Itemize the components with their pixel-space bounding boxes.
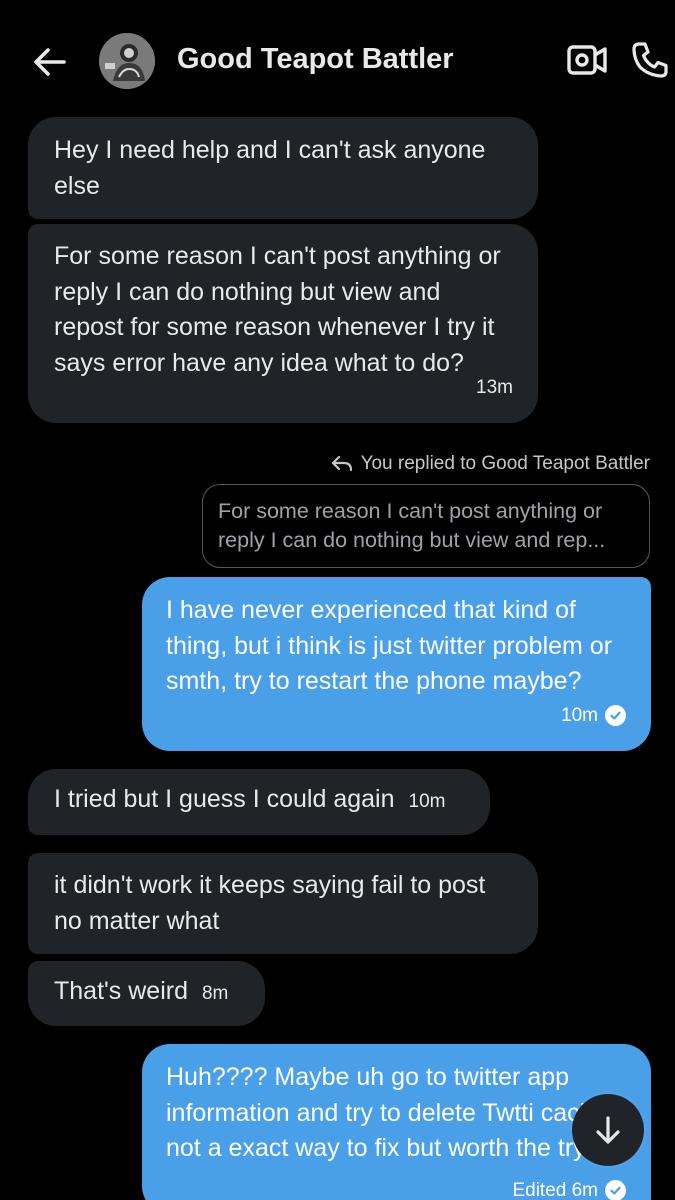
- message-text: That's weird: [54, 977, 188, 1005]
- arrow-down-icon: [596, 1116, 620, 1144]
- back-button[interactable]: [30, 42, 70, 82]
- message-text: I have never experienced that kind of th…: [166, 596, 613, 695]
- message-bubble-incoming[interactable]: For some reason I can't post anything or…: [28, 224, 538, 423]
- conversation-title[interactable]: Good Teapot Battler: [177, 43, 454, 76]
- message-meta: Edited 6m: [512, 1173, 626, 1200]
- message-bubble-incoming[interactable]: it didn't work it keeps saying fail to p…: [28, 853, 538, 954]
- message-timestamp: Edited 6m: [512, 1180, 598, 1200]
- message-bubble-incoming[interactable]: I tried but I guess I could again 10m: [28, 769, 490, 835]
- message-text: For some reason I can't post anything or…: [54, 242, 501, 377]
- quoted-message[interactable]: For some reason I can't post anything or…: [202, 484, 650, 568]
- avatar-image: [99, 33, 155, 89]
- avatar[interactable]: [99, 33, 155, 89]
- message-timestamp: 10m: [561, 704, 598, 726]
- message-bubble-incoming[interactable]: That's weird 8m: [28, 961, 265, 1026]
- video-camera-icon: [567, 45, 607, 75]
- message-text: I tried but I guess I could again: [54, 785, 395, 813]
- message-bubble-incoming[interactable]: Hey I need help and I can't ask anyone e…: [28, 117, 538, 219]
- dm-conversation-screen: Good Teapot Battler Hey I need help and …: [0, 0, 675, 1200]
- message-text: it didn't work it keeps saying fail to p…: [54, 871, 486, 935]
- reply-arrow-icon: [331, 455, 352, 472]
- reply-label-text: You replied to Good Teapot Battler: [360, 453, 650, 474]
- message-timestamp: 8m: [201, 983, 229, 1004]
- arrow-left-icon: [34, 48, 66, 76]
- message-text: Huh???? Maybe uh go to twitter app infor…: [166, 1063, 615, 1162]
- phone-icon: [632, 42, 668, 78]
- seen-check-icon: [605, 1180, 626, 1200]
- scroll-to-bottom-button[interactable]: [572, 1094, 644, 1166]
- message-timestamp: 13m: [476, 376, 513, 398]
- voice-call-button[interactable]: [630, 40, 670, 80]
- quoted-message-text: For some reason I can't post anything or…: [218, 499, 606, 552]
- message-bubble-outgoing[interactable]: I have never experienced that kind of th…: [142, 577, 651, 751]
- message-timestamp: 10m: [408, 791, 446, 812]
- reply-context-label: You replied to Good Teapot Battler: [331, 453, 650, 475]
- message-text: Hey I need help and I can't ask anyone e…: [54, 136, 486, 200]
- conversation-header: Good Teapot Battler: [0, 0, 675, 112]
- video-call-button[interactable]: [566, 42, 608, 78]
- seen-check-icon: [605, 704, 626, 726]
- message-meta: 10m: [561, 698, 626, 734]
